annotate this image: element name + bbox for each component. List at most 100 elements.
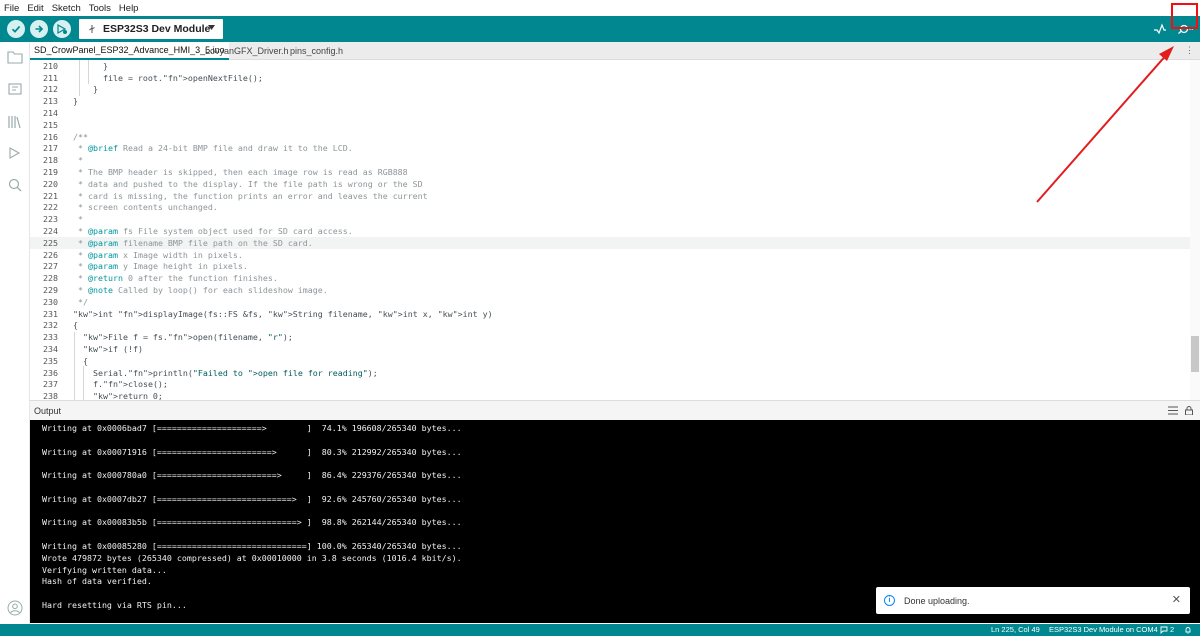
code-text: }	[73, 96, 78, 107]
code-text: * @note Called by loop() for each slides…	[73, 285, 328, 296]
board-port-status[interactable]: ESP32S3 Dev Module on COM4	[1049, 625, 1158, 634]
scrollbar-thumb[interactable]	[1191, 336, 1199, 372]
debug-button[interactable]	[53, 20, 71, 38]
verify-button[interactable]	[7, 20, 25, 38]
code-text: */	[73, 296, 88, 307]
line-number: 235	[43, 355, 58, 366]
console-line: Verifying written data...	[42, 564, 167, 575]
code-text: file = root."fn">openNextFile();	[73, 72, 263, 83]
console-line: Writing at 0x00071916 [=================…	[42, 446, 462, 457]
code-line: 224 * @param fs File system object used …	[30, 225, 1190, 237]
code-line: 216 /**	[30, 131, 1190, 143]
code-text: * screen contents unchanged.	[73, 202, 218, 213]
code-text: f."fn">close();	[73, 379, 168, 390]
line-number: 215	[43, 119, 58, 130]
notification-icon[interactable]	[1160, 626, 1168, 634]
menu-file[interactable]: File	[4, 3, 19, 14]
code-line: 234 "kw">if (!f)	[30, 343, 1190, 355]
code-text: * @param y Image height in pixels.	[73, 261, 248, 272]
board-name: ESP32S3 Dev Module	[103, 23, 211, 35]
editor-scrollbar[interactable]	[1190, 60, 1200, 400]
serial-plotter-button[interactable]	[1151, 20, 1169, 38]
menu-bar: File Edit Sketch Tools Help	[0, 0, 1200, 16]
tab-main-sketch[interactable]: SD_CrowPanel_ESP32_Advance_HMI_3_5.ino	[30, 42, 229, 60]
output-title: Output	[34, 405, 62, 416]
usb-icon	[89, 25, 95, 33]
code-line: 232 {	[30, 320, 1190, 332]
code-line: 235 {	[30, 355, 1190, 367]
code-line: 211 file = root."fn">openNextFile();	[30, 72, 1190, 84]
board-selector[interactable]: ESP32S3 Dev Module	[79, 19, 223, 39]
line-number: 236	[43, 367, 58, 378]
code-text: *	[73, 214, 83, 225]
console-line: Writing at 0x00085280 [=================…	[42, 541, 462, 551]
code-line: 238 "kw">return 0;	[30, 390, 1190, 400]
search-button[interactable]	[6, 176, 24, 194]
code-text: * @param fs File system object used for …	[73, 226, 353, 237]
console-line: Writing at 0x00083b5b [=================…	[42, 517, 462, 528]
code-text: Serial."fn">println("Failed to ">open fi…	[73, 367, 378, 378]
menu-help[interactable]: Help	[119, 3, 139, 14]
menu-tools[interactable]: Tools	[89, 3, 111, 14]
console-line: Hard resetting via RTS pin...	[42, 600, 187, 610]
line-number: 233	[43, 332, 58, 343]
code-line: 213}	[30, 95, 1190, 107]
code-line: 222 * screen contents unchanged.	[30, 202, 1190, 214]
line-number: 226	[43, 249, 58, 260]
menu-edit[interactable]: Edit	[27, 3, 43, 14]
info-icon: i	[884, 595, 895, 606]
code-line: 233 "kw">File f = fs."fn">open(filename,…	[30, 331, 1190, 343]
tab-lovyangfx-driver[interactable]: LovyanGFX_Driver.h	[201, 42, 293, 60]
code-line: 212 }	[30, 84, 1190, 96]
line-number: 216	[43, 131, 58, 142]
toast-message: Done uploading.	[904, 595, 970, 606]
code-text: * @brief Read a 24-bit BMP file and draw…	[73, 143, 353, 154]
line-number: 232	[43, 320, 58, 331]
upload-button[interactable]	[30, 20, 48, 38]
lock-icon[interactable]	[1184, 406, 1194, 415]
line-number: 234	[43, 344, 58, 355]
line-number: 228	[43, 273, 58, 284]
line-number: 219	[43, 167, 58, 178]
activity-sidebar	[0, 42, 30, 624]
code-text: "kw">int "fn">displayImage(fs::FS &fs, "…	[73, 308, 493, 319]
code-line: 220 * data and pushed to the display. If…	[30, 178, 1190, 190]
code-line: 215	[30, 119, 1190, 131]
library-manager-button[interactable]	[6, 113, 24, 131]
code-text: "kw">return 0;	[92, 391, 163, 400]
notification-toast: i Done uploading. ✕	[876, 587, 1190, 614]
code-text: }	[73, 84, 98, 95]
line-number: 230	[43, 296, 58, 307]
line-number: 237	[43, 379, 58, 390]
line-number: 217	[43, 143, 58, 154]
debug-view-button[interactable]	[6, 144, 24, 162]
close-icon[interactable]: ✕	[1172, 593, 1181, 606]
line-number: 218	[43, 155, 58, 166]
line-number: 225	[43, 237, 58, 248]
code-line: 231 "kw">int "fn">displayImage(fs::FS &fs…	[30, 308, 1190, 320]
library-icon	[8, 116, 21, 129]
list-icon[interactable]	[1168, 406, 1178, 415]
code-line: 227 * @param y Image height in pixels.	[30, 261, 1190, 273]
editor-tabs: SD_CrowPanel_ESP32_Advance_HMI_3_5.ino L…	[30, 42, 1200, 60]
tabs-more-icon[interactable]: ⋮	[1185, 45, 1194, 56]
menu-sketch[interactable]: Sketch	[52, 3, 81, 14]
line-number: 211	[43, 72, 58, 83]
account-icon[interactable]	[7, 600, 23, 616]
code-line: 237 f."fn">close();	[30, 379, 1190, 391]
bell-icon[interactable]	[1184, 626, 1192, 634]
tab-pins-config[interactable]: pins_config.h	[286, 42, 347, 60]
line-number: 227	[43, 261, 58, 272]
line-number: 214	[43, 108, 58, 119]
code-line: 218 *	[30, 154, 1190, 166]
boards-manager-button[interactable]	[6, 80, 24, 98]
console-line: Wrote 479872 bytes (265340 compressed) a…	[42, 552, 462, 563]
code-editor[interactable]: 210 } 211 file = root."fn">openNextFile()…	[30, 60, 1200, 400]
code-line: 217 * @brief Read a 24-bit BMP file and …	[30, 143, 1190, 155]
sketchbook-button[interactable]	[6, 48, 24, 66]
code-text: *	[73, 155, 83, 166]
code-line: 214	[30, 107, 1190, 119]
console-line: Writing at 0x000780a0 [=================…	[42, 470, 462, 481]
line-number: 231	[43, 308, 58, 319]
line-number: 224	[43, 226, 58, 237]
